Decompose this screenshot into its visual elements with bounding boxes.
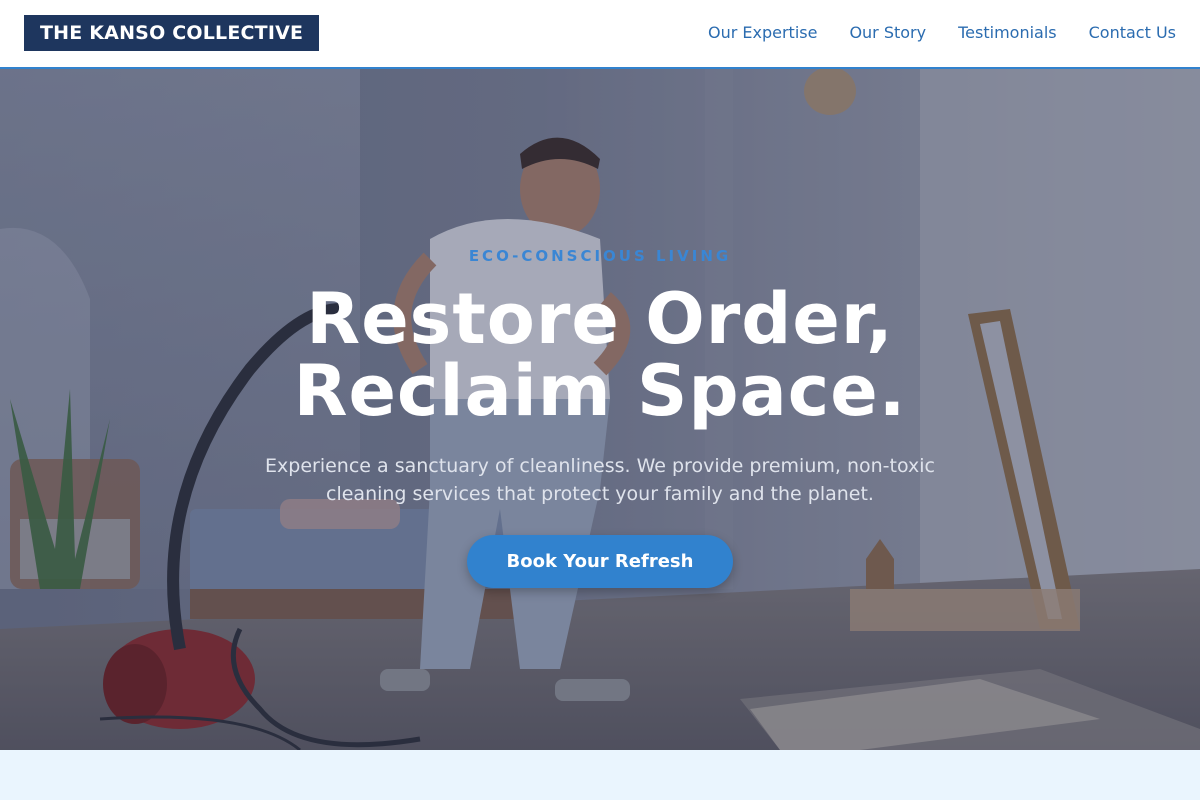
main-nav: Our Expertise Our Story Testimonials Con… [708, 23, 1176, 42]
hero-title-line-2: Reclaim Space. [293, 350, 907, 432]
hero-section: ECO-CONSCIOUS LIVING Restore Order, Recl… [0, 69, 1200, 750]
hero-content: ECO-CONSCIOUS LIVING Restore Order, Recl… [0, 69, 1200, 750]
next-section-band [0, 750, 1200, 800]
hero-subtitle: Experience a sanctuary of cleanliness. W… [265, 455, 935, 505]
hero-eyebrow: ECO-CONSCIOUS LIVING [468, 247, 732, 265]
hero-title-line-1: Restore Order, [306, 278, 894, 360]
site-header: THE KANSO COLLECTIVE Our Expertise Our S… [0, 0, 1200, 69]
nav-link-contact-us[interactable]: Contact Us [1089, 23, 1176, 42]
nav-link-testimonials[interactable]: Testimonials [958, 23, 1057, 42]
hero-title: Restore Order, Reclaim Space. [200, 283, 1000, 427]
nav-link-our-expertise[interactable]: Our Expertise [708, 23, 817, 42]
brand-logo[interactable]: THE KANSO COLLECTIVE [24, 14, 320, 51]
book-your-refresh-button[interactable]: Book Your Refresh [467, 535, 733, 588]
nav-link-our-story[interactable]: Our Story [849, 23, 926, 42]
